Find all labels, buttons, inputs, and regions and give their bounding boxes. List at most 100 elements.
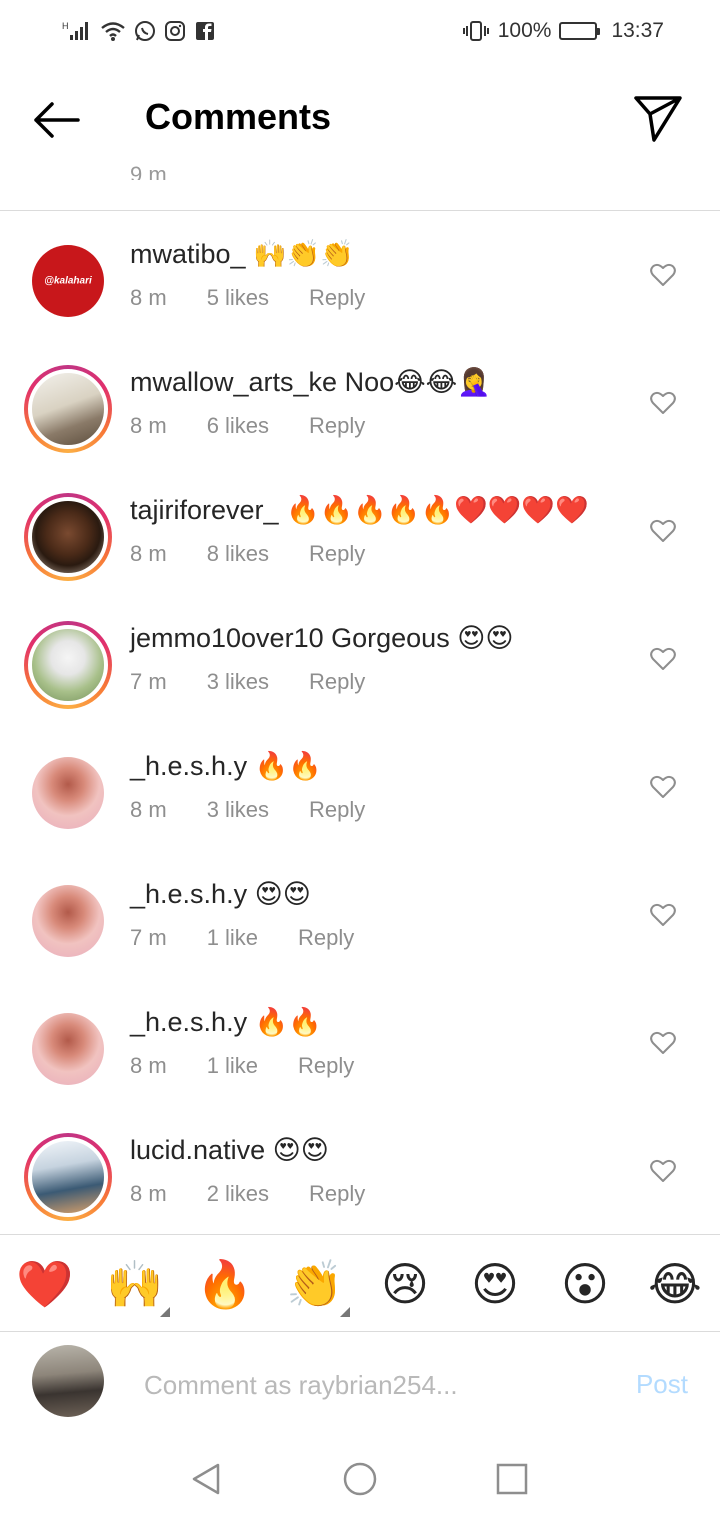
avatar[interactable] [24, 621, 112, 709]
reply-button[interactable]: Reply [298, 925, 354, 951]
comment-username[interactable]: _h.e.s.h.y [130, 751, 247, 781]
status-bar: H 100% 13:37 [0, 0, 720, 62]
avatar[interactable] [24, 1005, 112, 1093]
avatar-logo-text: @kalahari [44, 275, 92, 287]
reply-button[interactable]: Reply [309, 669, 365, 695]
comment-item: mwallow_arts_ke Noo😂😂🤦‍♀️ 8 m 6 likes Re… [0, 339, 720, 467]
svg-text:H: H [62, 21, 69, 31]
direct-message-icon[interactable] [632, 92, 684, 144]
emoji-quick-bar: ❤️ 🙌 🔥 👏 😢 😍 😮 😂 [0, 1234, 720, 1332]
comment-username[interactable]: lucid.native [130, 1135, 265, 1165]
heart-icon[interactable] [650, 263, 676, 287]
comment-body: 😍😍 [254, 879, 311, 909]
comment-likes[interactable]: 1 like [207, 925, 258, 951]
nav-home-icon[interactable] [340, 1459, 380, 1499]
battery-icon [559, 22, 601, 40]
comment-likes[interactable]: 6 likes [207, 413, 269, 439]
comment-username[interactable]: tajiriforever_ [130, 495, 279, 525]
emoji-raised-hands-button[interactable]: 🙌 [105, 1257, 165, 1311]
comment-list[interactable]: @kalahari mwatibo_ 🙌👏👏 8 m 5 likes Reply… [0, 211, 720, 1235]
comment-text: lucid.native 😍😍 [130, 1133, 329, 1167]
comment-item: _h.e.s.h.y 😍😍 7 m 1 like Reply [0, 851, 720, 979]
reply-button[interactable]: Reply [309, 541, 365, 567]
back-arrow-icon[interactable] [28, 92, 84, 148]
avatar[interactable] [24, 365, 112, 453]
emoji-laugh-button[interactable]: 😂 [645, 1257, 705, 1311]
comment-meta: 7 m 3 likes Reply [130, 669, 405, 695]
comment-time: 7 m [130, 925, 167, 950]
reply-button[interactable]: Reply [309, 413, 365, 439]
system-nav-bar [0, 1439, 720, 1520]
status-left-icons: H [62, 16, 216, 46]
comment-username[interactable]: _h.e.s.h.y [130, 879, 247, 909]
instagram-icon [165, 21, 185, 41]
emoji-heart-eyes-button[interactable]: 😍 [465, 1257, 525, 1311]
wifi-icon [101, 22, 125, 41]
comment-text: mwallow_arts_ke Noo😂😂🤦‍♀️ [130, 365, 491, 399]
emoji-clap-button[interactable]: 👏 [285, 1257, 345, 1311]
heart-icon[interactable] [650, 647, 676, 671]
comment-username[interactable]: mwallow_arts_ke [130, 367, 337, 397]
comment-text: mwatibo_ 🙌👏👏 [130, 237, 354, 271]
reply-button[interactable]: Reply [298, 1053, 354, 1079]
heart-icon[interactable] [650, 775, 676, 799]
avatar[interactable] [24, 1133, 112, 1221]
heart-icon[interactable] [650, 903, 676, 927]
comment-meta: 7 m 1 like Reply [130, 925, 394, 951]
nav-back-icon[interactable] [186, 1459, 226, 1499]
comment-time: 8 m [130, 413, 167, 438]
nav-recents-icon[interactable] [492, 1459, 532, 1499]
comment-body: Noo😂😂🤦‍♀️ [344, 367, 491, 397]
comment-body: Gorgeous 😍😍 [331, 623, 514, 653]
emoji-fire-button[interactable]: 🔥 [195, 1257, 255, 1311]
comment-meta: 8 m 6 likes Reply [130, 413, 405, 439]
signal-icon: H [62, 21, 88, 40]
battery-percent: 100% [497, 19, 552, 42]
comment-meta: 8 m 8 likes Reply [130, 541, 405, 567]
comment-time: 8 m [130, 1053, 167, 1078]
emoji-surprised-button[interactable]: 😮 [555, 1257, 615, 1311]
comment-body: 😍😍 [272, 1135, 329, 1165]
avatar[interactable] [24, 493, 112, 581]
comment-item: _h.e.s.h.y 🔥🔥 8 m 3 likes Reply [0, 723, 720, 851]
emoji-cry-button[interactable]: 😢 [375, 1257, 435, 1311]
emoji-heart-button[interactable]: ❤️ [15, 1257, 75, 1311]
comment-username[interactable]: _h.e.s.h.y [130, 1007, 247, 1037]
heart-icon[interactable] [650, 1159, 676, 1183]
comment-text: _h.e.s.h.y 🔥🔥 [130, 749, 322, 783]
heart-icon[interactable] [650, 1031, 676, 1055]
comment-likes[interactable]: 2 likes [207, 1181, 269, 1207]
comment-likes[interactable]: 1 like [207, 1053, 258, 1079]
comment-text: tajiriforever_ 🔥🔥🔥🔥🔥❤️❤️❤️❤️ [130, 493, 589, 527]
heart-icon[interactable] [650, 391, 676, 415]
comment-likes[interactable]: 8 likes [207, 541, 269, 567]
comment-likes[interactable]: 3 likes [207, 797, 269, 823]
status-right-icons: 100% 13:37 [462, 16, 664, 46]
reply-button[interactable]: Reply [309, 285, 365, 311]
comment-body: 🔥🔥 [254, 1007, 322, 1037]
whatsapp-icon [135, 21, 155, 41]
comment-item: lucid.native 😍😍 8 m 2 likes Reply [0, 1107, 720, 1235]
comment-text: _h.e.s.h.y 😍😍 [130, 877, 311, 911]
heart-icon[interactable] [650, 519, 676, 543]
comment-meta: 8 m 5 likes Reply [130, 285, 405, 311]
clock-time: 13:37 [611, 19, 664, 42]
comment-meta: 8 m 3 likes Reply [130, 797, 405, 823]
reply-button[interactable]: Reply [309, 1181, 365, 1207]
avatar[interactable] [24, 749, 112, 837]
reply-button[interactable]: Reply [309, 797, 365, 823]
comment-username[interactable]: mwatibo_ [130, 239, 246, 269]
comment-meta: 8 m 2 likes Reply [130, 1181, 405, 1207]
post-button[interactable]: Post [636, 1369, 688, 1400]
comment-item: _h.e.s.h.y 🔥🔥 8 m 1 like Reply [0, 979, 720, 1107]
comment-likes[interactable]: 3 likes [207, 669, 269, 695]
header: Comments [0, 62, 720, 174]
comment-item: jemmo10over10 Gorgeous 😍😍 7 m 3 likes Re… [0, 595, 720, 723]
comment-composer: Post [0, 1333, 720, 1439]
comment-username[interactable]: jemmo10over10 [130, 623, 324, 653]
comment-input[interactable] [144, 1365, 584, 1405]
avatar[interactable]: @kalahari [24, 237, 112, 325]
comment-item: tajiriforever_ 🔥🔥🔥🔥🔥❤️❤️❤️❤️ 8 m 8 likes… [0, 467, 720, 595]
comment-likes[interactable]: 5 likes [207, 285, 269, 311]
avatar[interactable] [24, 877, 112, 965]
